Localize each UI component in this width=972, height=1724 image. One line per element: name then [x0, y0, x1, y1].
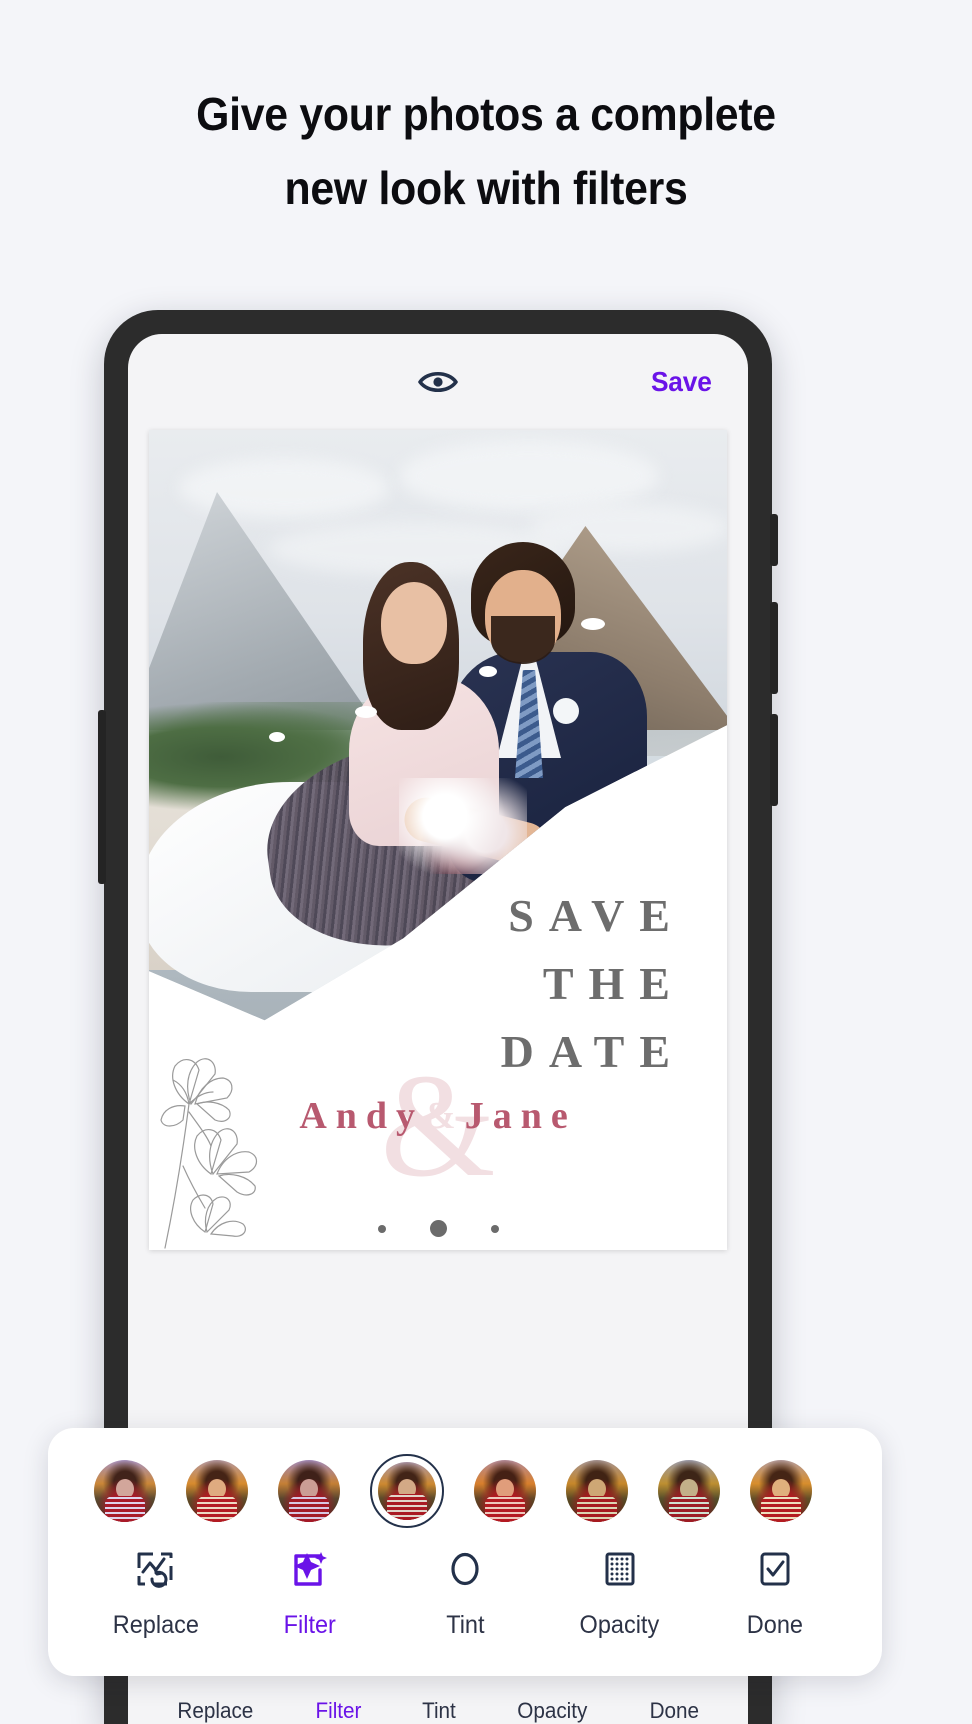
filter-thumbnail-7[interactable]: [658, 1460, 720, 1522]
tool-opacity-label: Opacity: [579, 1611, 660, 1639]
filter-thumbnail-strip[interactable]: [48, 1428, 882, 1528]
thumbnail-tint: [750, 1460, 812, 1522]
circle-tint-icon: [445, 1548, 485, 1595]
phone-side-button-volume-down: [770, 714, 778, 806]
page-title-line-1: Give your photos a complete: [196, 88, 776, 140]
card-title-line-1: SAVE: [508, 890, 685, 941]
card-name-second: Jane: [464, 1095, 577, 1137]
separator-dot-small: [490, 1224, 499, 1233]
photo-bouquet: [399, 778, 527, 874]
tool-filter-label: Filter: [284, 1611, 337, 1639]
thumbnail-tint: [658, 1460, 720, 1522]
filter-thumbnail-8[interactable]: [750, 1460, 812, 1522]
replace-image-icon: [135, 1548, 175, 1595]
thumbnail-tint: [474, 1460, 536, 1522]
phone-toolbar-item-done[interactable]: Done: [650, 1698, 699, 1724]
photo-groom-beard: [491, 616, 555, 664]
thumbnail-tint: [278, 1460, 340, 1522]
phone-toolbar-item-replace[interactable]: Replace: [178, 1698, 254, 1724]
check-square-icon: [755, 1548, 795, 1595]
thumbnail-tint: [378, 1462, 436, 1520]
separator-dot-large: [429, 1220, 447, 1237]
filter-thumbnail-1[interactable]: [94, 1460, 156, 1522]
separator-dot-small: [377, 1224, 386, 1233]
tool-filter[interactable]: Filter: [256, 1548, 364, 1640]
checker-grid-icon: [600, 1548, 640, 1595]
editor-tool-bar: Replace Filter Tint Opacity Done: [48, 1528, 882, 1640]
filter-panel: Replace Filter Tint Opacity Done: [48, 1428, 882, 1676]
tool-tint[interactable]: Tint: [411, 1548, 519, 1640]
filter-thumbnail-5[interactable]: [474, 1460, 536, 1522]
eye-icon[interactable]: [416, 368, 460, 396]
tool-opacity[interactable]: Opacity: [566, 1548, 674, 1640]
photo-cloud: [529, 504, 727, 552]
filter-thumbnail-3[interactable]: [278, 1460, 340, 1522]
card-title-line-2: THE: [542, 958, 685, 1010]
thumbnail-tint: [566, 1460, 628, 1522]
sparkle-filter-icon: [290, 1548, 330, 1595]
filter-thumbnail-4-selected[interactable]: [370, 1454, 444, 1528]
save-button[interactable]: Save: [651, 366, 712, 398]
editor-topbar: Save: [128, 334, 748, 430]
page-title: Give your photos a complete new look wit…: [34, 78, 938, 225]
tool-replace-label: Replace: [112, 1611, 199, 1639]
photo-bride-face: [381, 582, 447, 664]
thumbnail-tint: [186, 1460, 248, 1522]
card-ampersand-inline: &: [424, 1095, 465, 1137]
tool-tint-label: Tint: [445, 1611, 485, 1639]
filter-thumbnail-6[interactable]: [566, 1460, 628, 1522]
phone-side-button-power: [770, 514, 778, 566]
phone-toolbar-item-filter[interactable]: Filter: [316, 1698, 362, 1724]
torn-paper-speck: [269, 732, 285, 742]
card-name-first: Andy: [299, 1095, 425, 1137]
floral-line-art: [160, 1058, 258, 1249]
torn-paper-speck: [355, 706, 377, 718]
photo-cloud: [399, 440, 659, 512]
filter-thumbnail-2[interactable]: [186, 1460, 248, 1522]
tool-replace[interactable]: Replace: [101, 1548, 209, 1640]
tool-done[interactable]: Done: [721, 1548, 829, 1640]
tool-done-label: Done: [746, 1611, 803, 1639]
phone-side-button-volume-up: [770, 602, 778, 694]
photo-boutonniere: [553, 698, 579, 724]
thumbnail-tint: [94, 1460, 156, 1522]
phone-toolbar-item-opacity[interactable]: Opacity: [518, 1698, 588, 1724]
torn-paper-speck: [581, 618, 605, 630]
phone-side-button-left: [98, 710, 106, 884]
torn-paper-speck: [479, 666, 497, 677]
design-canvas[interactable]: SAVE THE DATE & Andy&Jane Sunday Sept.: [149, 430, 727, 1250]
phone-toolbar-item-tint[interactable]: Tint: [422, 1698, 456, 1724]
phone-editor-toolbar: Replace Filter Tint Opacity Done: [128, 1684, 748, 1724]
page-title-line-2: new look with filters: [284, 161, 688, 214]
